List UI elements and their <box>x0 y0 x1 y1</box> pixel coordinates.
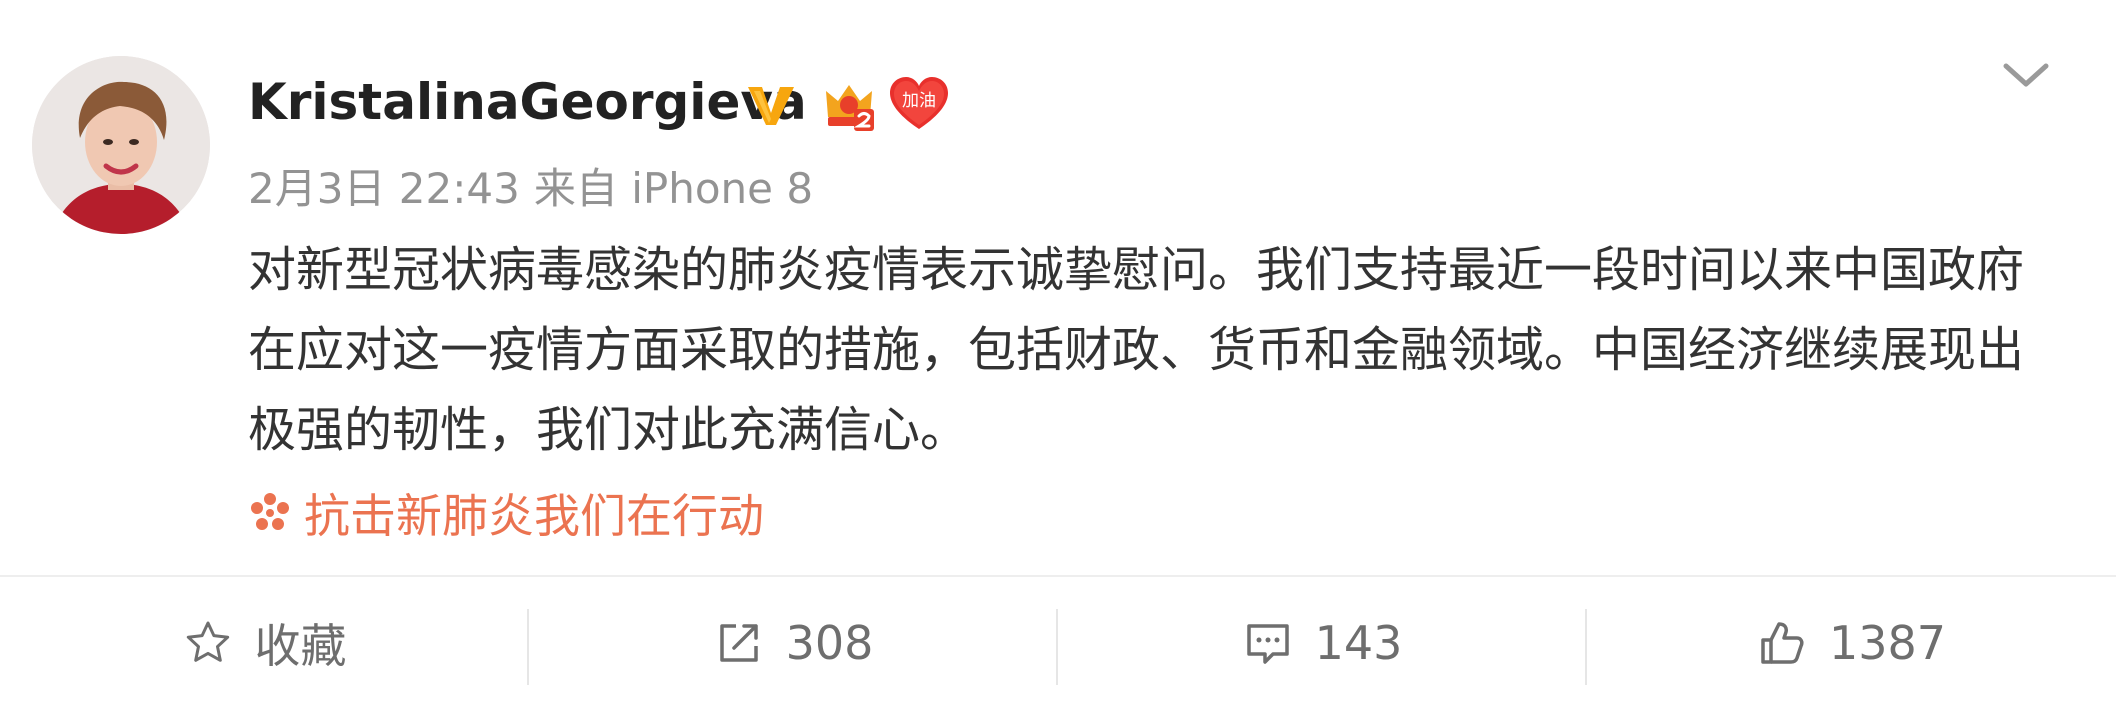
star-icon <box>186 621 229 662</box>
heart-badge-icon[interactable]: 加油 <box>888 75 950 133</box>
vip-v-icon[interactable] <box>742 75 800 133</box>
avatar-image <box>32 56 210 234</box>
favorite-button[interactable]: 收藏 <box>0 577 529 708</box>
like-count: 1387 <box>1828 615 1947 670</box>
topic-label: 抗击新肺炎我们在行动 <box>304 489 764 543</box>
post-action-bar: 收藏 308 143 1387 <box>0 577 2116 708</box>
thumbs-up-icon <box>1761 621 1804 664</box>
weibo-post-card: KristalinaGeorgieva 加油 2月3日 22:43 来自 iPh… <box>0 0 2116 575</box>
source-device: iPhone 8 <box>631 164 814 213</box>
post-meta: 2月3日 22:43 来自 iPhone 8 <box>248 160 813 218</box>
comment-count: 143 <box>1314 615 1403 670</box>
chevron-down-icon <box>2003 63 2049 87</box>
favorite-label: 收藏 <box>254 618 347 673</box>
comment-icon <box>1246 623 1289 664</box>
heart-badge-text: 加油 <box>902 91 936 111</box>
like-button[interactable]: 1387 <box>1587 577 2116 708</box>
post-menu-dropdown[interactable] <box>1996 52 2056 96</box>
post-time[interactable]: 2月3日 22:43 <box>248 164 520 213</box>
topic-link[interactable]: 抗击新肺炎我们在行动 <box>248 478 764 548</box>
repost-icon <box>719 623 758 662</box>
source-prefix: 来自 <box>533 164 618 213</box>
post-content: 对新型冠状病毒感染的肺炎疫情表示诚挚慰问。我们支持最近一段时间以来中国政府在应对… <box>248 242 2025 458</box>
avatar[interactable] <box>32 56 210 234</box>
topic-flower-icon <box>251 493 289 530</box>
comment-button[interactable]: 143 <box>1058 577 1587 708</box>
repost-count: 308 <box>785 615 874 670</box>
crown-badge-icon[interactable] <box>820 75 878 133</box>
author-badges: 加油 <box>742 72 950 136</box>
author-name[interactable]: KristalinaGeorgieva <box>248 70 807 134</box>
repost-button[interactable]: 308 <box>529 577 1058 708</box>
